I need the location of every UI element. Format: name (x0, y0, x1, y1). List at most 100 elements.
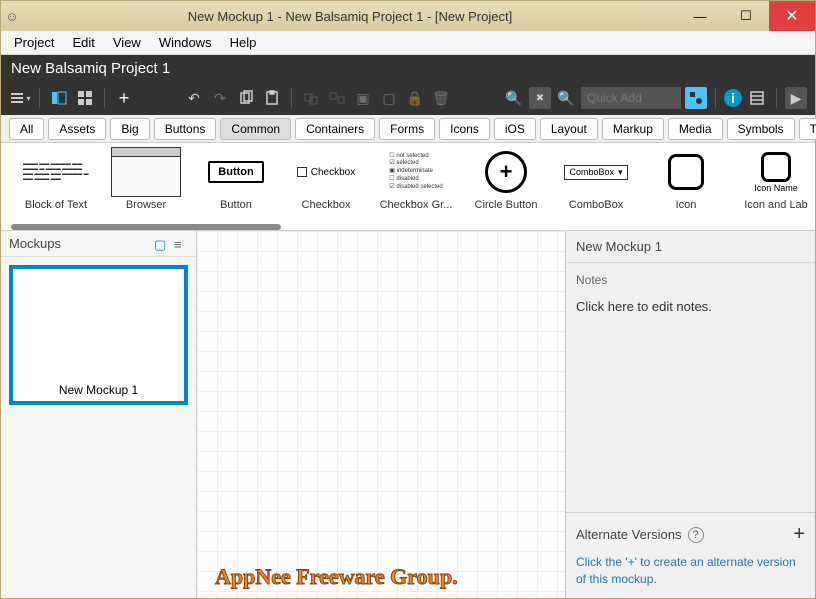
library-item-combobox[interactable]: ComboBox▾ ComboBox (551, 147, 641, 230)
project-title-bar: New Balsamiq Project 1 (1, 55, 815, 81)
tab-containers[interactable]: Containers (295, 118, 375, 140)
canvas[interactable]: AppNee Freeware Group. (197, 231, 565, 598)
library-item-label: Circle Button (475, 199, 538, 211)
title-bar: ☺ New Mockup 1 - New Balsamiq Project 1 … (1, 1, 815, 31)
tab-all[interactable]: All (9, 118, 44, 140)
add-icon[interactable]: + (113, 87, 135, 109)
alternate-versions-header: Alternate Versions ? + (576, 523, 805, 546)
notes-field[interactable]: Click here to edit notes. (576, 299, 805, 314)
mockup-thumbnail-image (13, 269, 184, 379)
menu-view[interactable]: View (106, 33, 148, 52)
minimize-button[interactable]: — (677, 1, 723, 31)
category-tab-bar: All Assets Big Buttons Common Containers… (1, 115, 815, 143)
markup-toggle-icon[interactable]: ✖ (529, 87, 551, 109)
icon-thumb (651, 147, 721, 197)
combobox-thumb: ComboBox▾ (561, 147, 631, 197)
copy-icon[interactable] (235, 87, 257, 109)
properties-icon[interactable] (746, 87, 768, 109)
project-title: New Balsamiq Project 1 (11, 60, 170, 77)
menu-project[interactable]: Project (7, 33, 61, 52)
list-view-icon[interactable]: ≡ (174, 237, 188, 251)
library-item-label: Icon and Lab (744, 199, 808, 211)
fullscreen-icon[interactable]: ▶ (785, 87, 807, 109)
menu-edit[interactable]: Edit (65, 33, 101, 52)
library-item-label: Checkbox Gr... (380, 199, 453, 211)
delete-icon[interactable]: 🗑 (430, 87, 452, 109)
icon-label-thumb: Icon Name (741, 147, 811, 197)
tab-symbols[interactable]: Symbols (727, 118, 795, 140)
library-item-checkbox-group[interactable]: ☐ not selected☑ selected▣ indeterminate☐… (371, 147, 461, 230)
notes-label: Notes (576, 273, 805, 287)
maximize-button[interactable]: ☐ (723, 1, 769, 31)
send-back-icon[interactable]: ▢ (378, 87, 400, 109)
lock-icon[interactable]: 🔒 (404, 87, 426, 109)
watermark-text: AppNee Freeware Group. (215, 564, 458, 590)
library-item-label: Browser (126, 199, 166, 211)
mockup-thumbnail-label: New Mockup 1 (13, 379, 184, 401)
undo-icon[interactable]: ↶ (183, 87, 205, 109)
close-button[interactable]: ✕ (769, 1, 815, 31)
circle-button-thumb: + (471, 147, 541, 197)
search-icon[interactable]: 🔍 (555, 87, 577, 109)
alternate-versions-section: Alternate Versions ? + Click the '+' to … (566, 512, 815, 598)
tab-big[interactable]: Big (110, 118, 149, 140)
button-thumb: Button (201, 147, 271, 197)
tab-icons[interactable]: Icons (439, 118, 490, 140)
menu-windows[interactable]: Windows (152, 33, 219, 52)
browser-thumb (111, 147, 181, 197)
info-icon[interactable]: i (724, 89, 742, 107)
library-item-button[interactable]: Button Button (191, 147, 281, 230)
library-item-label: Block of Text (25, 199, 87, 211)
toolbar: ▾ + ↶ ↷ ▣ ▢ 🔒 🗑 🔍 ✖ 🔍 i ▶ (1, 81, 815, 115)
menu-bar: Project Edit View Windows Help (1, 31, 815, 55)
app-icon: ☺ (1, 9, 23, 24)
menu-help[interactable]: Help (223, 33, 264, 52)
inspector-body: Notes Click here to edit notes. (566, 263, 815, 512)
mockups-panel-title: Mockups (9, 236, 61, 251)
tab-media[interactable]: Media (668, 118, 723, 140)
block-of-text-thumb: ▬▬▬ ▬▬ ▬▬▬▬ ▬▬ ▬▬▬ ▬ ▬▬▬ ▬▬▬▬ ▬▬ ▬▬▬ ▬▬ … (21, 147, 91, 197)
zoom-icon[interactable]: 🔍 (503, 87, 525, 109)
quick-add-input[interactable] (581, 87, 681, 109)
library-item-icon-and-label[interactable]: Icon Name Icon and Lab (731, 147, 815, 230)
grid-view-icon[interactable] (74, 87, 96, 109)
ui-library[interactable]: ▬▬▬ ▬▬ ▬▬▬▬ ▬▬ ▬▬▬ ▬ ▬▬▬ ▬▬▬▬ ▬▬ ▬▬▬ ▬▬ … (1, 143, 815, 231)
mockups-panel-header: Mockups ▢ ≡ (1, 231, 196, 257)
redo-icon[interactable]: ↷ (209, 87, 231, 109)
help-icon[interactable]: ? (688, 527, 704, 543)
alternate-versions-hint[interactable]: Click the '+' to create an alternate ver… (576, 554, 805, 588)
library-item-checkbox[interactable]: Checkbox Checkbox (281, 147, 371, 230)
tab-buttons[interactable]: Buttons (154, 118, 217, 140)
mockups-panel: Mockups ▢ ≡ New Mockup 1 (1, 231, 197, 598)
library-item-block-of-text[interactable]: ▬▬▬ ▬▬ ▬▬▬▬ ▬▬ ▬▬▬ ▬ ▬▬▬ ▬▬▬▬ ▬▬ ▬▬▬ ▬▬ … (11, 147, 101, 230)
library-item-label: Button (220, 199, 252, 211)
library-item-label: ComboBox (569, 199, 623, 211)
mockup-thumbnail[interactable]: New Mockup 1 (9, 265, 188, 405)
tab-forms[interactable]: Forms (379, 118, 435, 140)
tab-common[interactable]: Common (220, 118, 291, 140)
paste-icon[interactable] (261, 87, 283, 109)
checkbox-thumb: Checkbox (291, 147, 361, 197)
panel-toggle-icon[interactable] (48, 87, 70, 109)
ungroup-icon[interactable] (326, 87, 348, 109)
add-alternate-button[interactable]: + (793, 523, 805, 546)
library-item-browser[interactable]: Browser (101, 147, 191, 230)
thumbnail-view-icon[interactable]: ▢ (154, 237, 168, 251)
library-item-icon[interactable]: Icon (641, 147, 731, 230)
tab-layout[interactable]: Layout (540, 118, 598, 140)
inspector-title: New Mockup 1 (566, 231, 815, 263)
library-item-label: Icon (676, 199, 697, 211)
library-item-circle-button[interactable]: + Circle Button (461, 147, 551, 230)
menu-icon[interactable]: ▾ (9, 87, 31, 109)
tab-assets[interactable]: Assets (48, 118, 106, 140)
tab-markup[interactable]: Markup (602, 118, 664, 140)
alternate-versions-label: Alternate Versions (576, 527, 682, 542)
checkbox-group-thumb: ☐ not selected☑ selected▣ indeterminate☐… (381, 147, 451, 197)
tab-ios[interactable]: iOS (494, 118, 536, 140)
library-scrollbar[interactable] (11, 224, 281, 230)
bring-front-icon[interactable]: ▣ (352, 87, 374, 109)
library-toggle-icon[interactable] (685, 87, 707, 109)
group-icon[interactable] (300, 87, 322, 109)
tab-text[interactable]: Text (799, 118, 816, 140)
main-content: Mockups ▢ ≡ New Mockup 1 AppNee Freeware… (1, 231, 815, 598)
